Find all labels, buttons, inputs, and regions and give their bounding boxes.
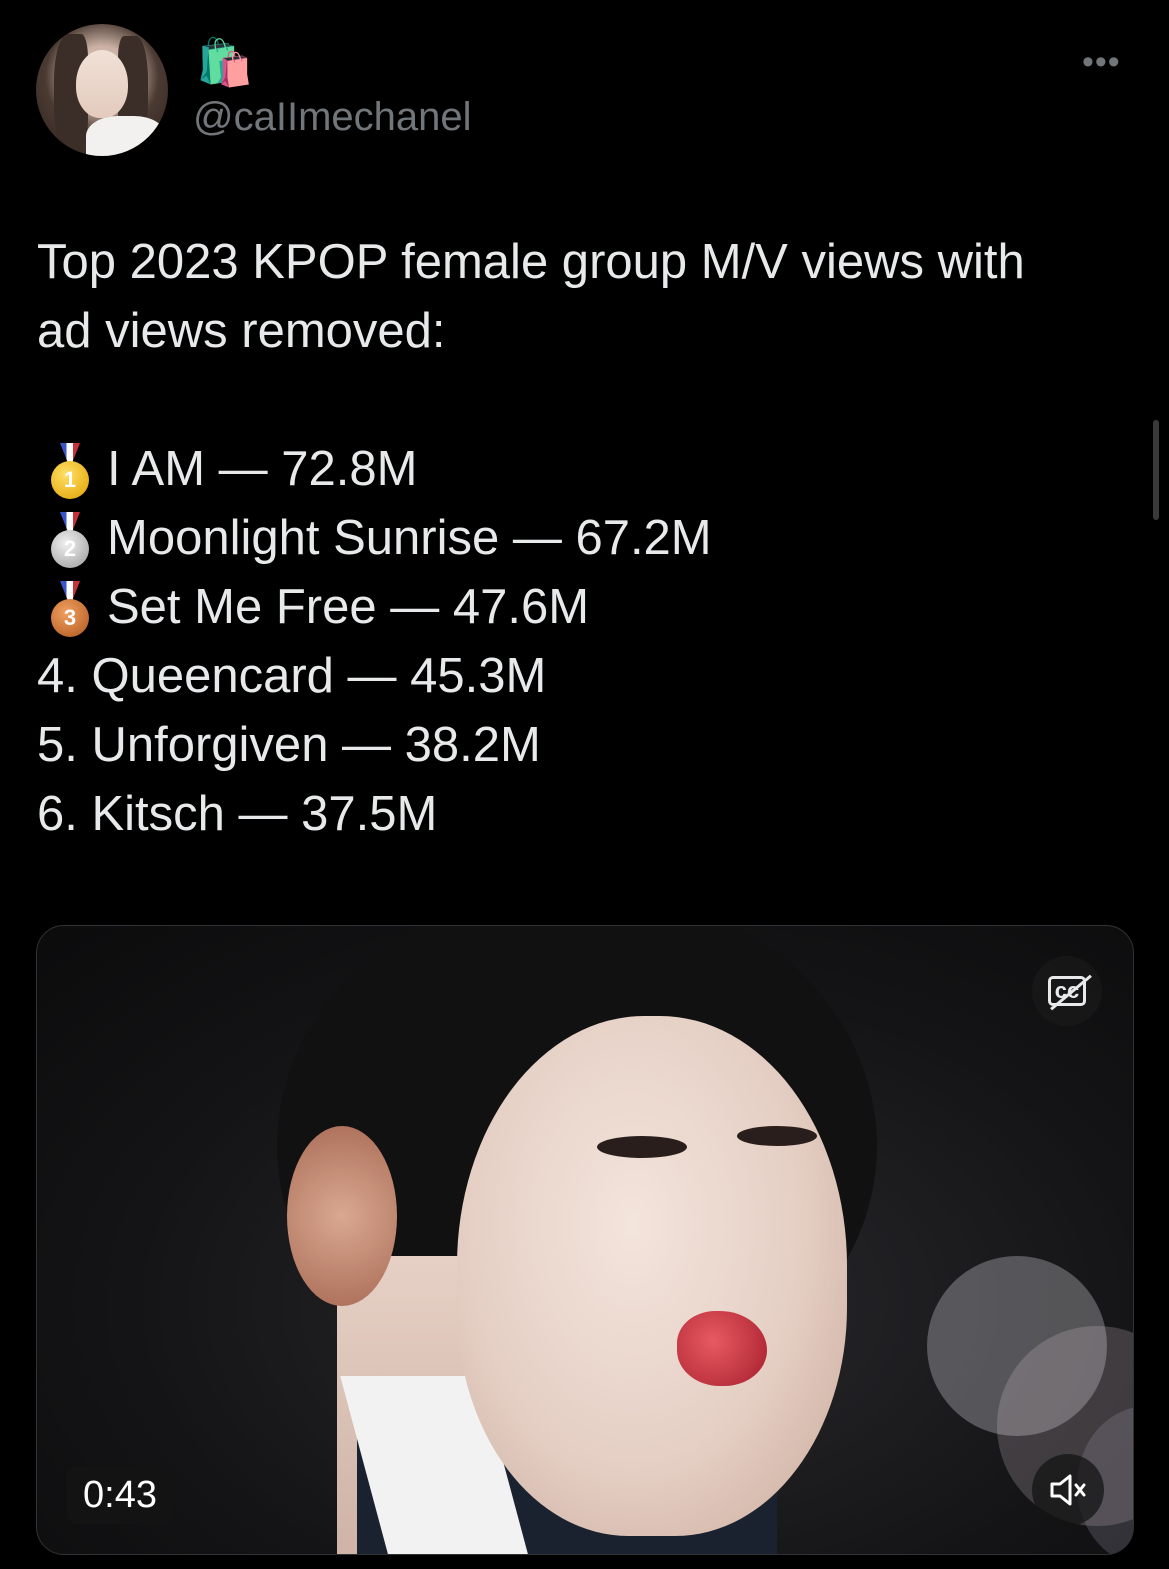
silver-medal-icon: 2 [37,504,107,573]
ranking-item: 5. Unforgiven — 38.2M [37,718,541,772]
avatar-face [76,50,128,118]
captions-button[interactable]: cc [1032,956,1102,1026]
video-frame-eye [597,1136,687,1158]
ranking-item: 2 Moonlight Sunrise — 67.2M [37,504,1137,573]
ranking-item: 6. Kitsch — 37.5M [37,787,438,841]
tweet-text-line: Top 2023 KPOP female group M/V views wit… [37,235,1025,289]
tweet-text-line: ad views removed: [37,304,446,358]
ranking-item: 4. Queencard — 45.3M [37,649,547,703]
bronze-medal-icon: 3 [37,573,107,642]
user-handle[interactable]: @caIImechanel [193,92,472,142]
video-frame-face [457,1016,847,1536]
speaker-muted-icon [1050,1474,1086,1506]
tweet-text: Top 2023 KPOP female group M/V views wit… [37,228,1137,849]
captions-off-icon: cc [1047,976,1087,1006]
video-frame-lips [677,1311,767,1386]
ranking-item: 1 I AM — 72.8M [37,435,1137,504]
video-player[interactable]: cc 0:43 [36,925,1134,1555]
avatar[interactable] [36,24,168,156]
ranking-text: I AM — 72.8M [107,442,418,496]
avatar-shirt [86,116,166,156]
mute-button[interactable] [1032,1454,1104,1526]
video-frame-ear [287,1126,397,1306]
scrollbar[interactable] [1153,420,1159,520]
gold-medal-icon: 1 [37,435,107,504]
ranking-text: Moonlight Sunrise — 67.2M [107,511,712,565]
display-name[interactable]: 🛍️ [196,32,253,92]
tweet: 🛍️ @caIImechanel ••• Top 2023 KPOP femal… [0,0,1169,1569]
video-frame-eye [737,1126,817,1146]
ranking-text: Set Me Free — 47.6M [107,580,590,634]
more-options-icon[interactable]: ••• [1082,42,1121,82]
ranking-item: 3 Set Me Free — 47.6M [37,573,1137,642]
video-duration: 0:43 [67,1466,173,1524]
